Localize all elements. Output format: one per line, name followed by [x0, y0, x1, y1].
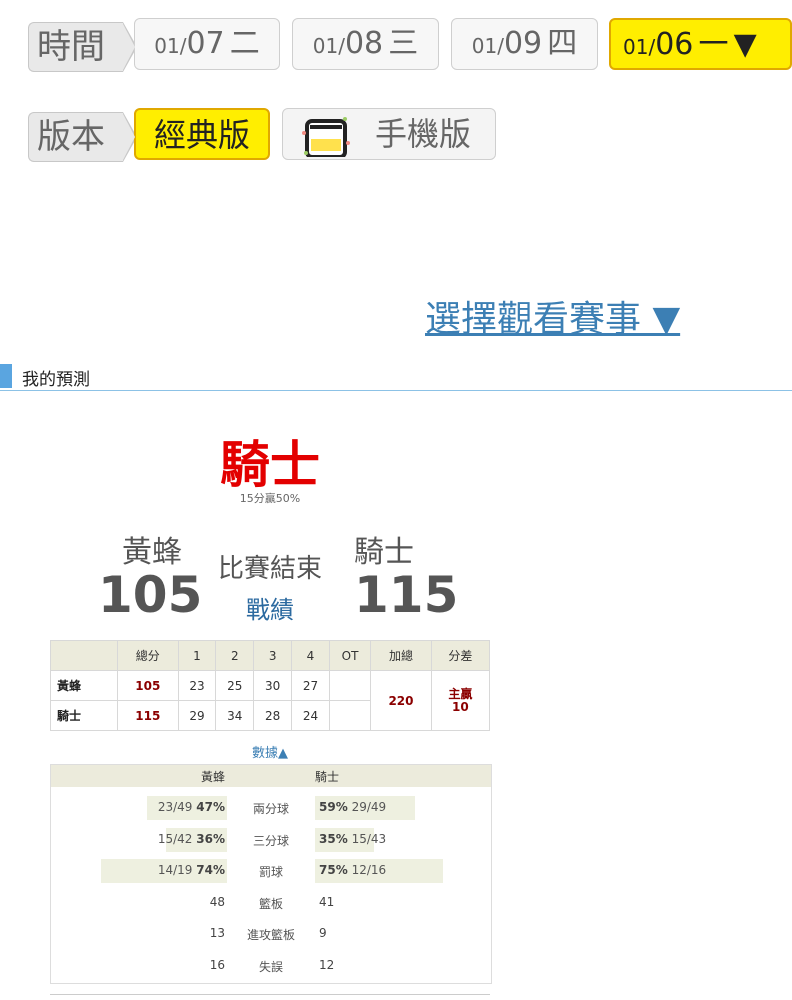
table-row: 黃蜂 105 23 25 30 27 220 主贏 10	[50, 670, 491, 731]
home-stat-value: 59% 29/49	[319, 800, 387, 814]
away-stat-value: 14/19 74%	[157, 863, 225, 877]
table-header: 3	[253, 640, 293, 671]
prediction-subtext: 15分贏50%	[239, 492, 301, 505]
stat-row: 23/49 47% 兩分球 59% 29/49	[51, 795, 491, 821]
classic-version-button[interactable]: 經典版	[134, 108, 270, 160]
diff-cell: 主贏 10	[430, 670, 491, 731]
home-stat-value: 9	[319, 926, 327, 940]
date-button-0107[interactable]: 01/07 二	[134, 18, 280, 70]
stat-row: 13 進攻籃板 9	[51, 921, 491, 947]
home-stat-value: 41	[319, 894, 335, 909]
away-stat-value: 15/42 36%	[157, 831, 225, 846]
stat-label: 罰球	[258, 865, 283, 879]
quarter-cell: 34	[215, 700, 255, 731]
quarter-cell: 28	[253, 700, 293, 731]
table-header: 總分	[117, 640, 179, 671]
date-button-0108[interactable]: 01/08 三	[292, 18, 439, 70]
stats-home-name: 騎士	[315, 770, 340, 784]
mobile-phone-icon	[301, 115, 351, 159]
ot-cell	[328, 700, 372, 731]
record-link[interactable]: 戰績	[210, 590, 330, 625]
section-title: 我的預測	[22, 370, 90, 390]
score-table: 總分 1 2 3 4 OT 加總 分差 黃蜂 105 23 25 30 27 2…	[50, 640, 491, 731]
quarter-cell: 27	[291, 670, 330, 701]
stat-row: 16 失誤 12	[51, 953, 491, 979]
stats-panel: 黃蜂 騎士 23/49 47% 兩分球 59% 29/49 15/42 36% 三分球 3…	[50, 764, 492, 984]
table-header: 分差	[430, 640, 491, 671]
home-stat-value: 35% 15/43	[319, 831, 387, 846]
stat-label: 兩分球	[252, 802, 289, 816]
ot-cell	[328, 670, 372, 701]
score-table-header: 總分 1 2 3 4 OT 加總 分差	[50, 640, 491, 671]
table-header: 2	[215, 640, 255, 671]
away-score: 105	[98, 566, 203, 624]
stats-header: 黃蜂 騎士	[51, 765, 491, 787]
total-cell: 115	[117, 700, 179, 731]
stat-label: 三分球	[252, 833, 289, 848]
table-header: OT	[328, 640, 372, 671]
away-stat-value: 13	[209, 926, 225, 940]
section-accent-mark	[0, 364, 12, 388]
away-stat-value: 23/49 47%	[157, 800, 225, 814]
away-stat-value: 48	[209, 894, 225, 909]
away-team-name: 黃蜂	[122, 535, 182, 570]
mobile-version-button[interactable]: 手機版	[282, 108, 496, 160]
stat-row: 14/19 74% 罰球 75% 12/16	[51, 858, 491, 884]
divider	[50, 994, 490, 995]
quarter-cell: 24	[291, 700, 330, 731]
home-stat-value: 75% 12/16	[319, 863, 387, 877]
select-game-link[interactable]: 選擇觀看賽事 ▼	[425, 290, 680, 342]
quarter-cell: 30	[253, 670, 293, 701]
quarter-cell: 25	[215, 670, 255, 701]
data-toggle-link[interactable]: 數據▲	[0, 742, 540, 761]
table-header: 1	[177, 640, 217, 671]
section-header: 我的預測	[0, 362, 792, 391]
stat-label: 籃板	[258, 896, 283, 911]
date-button-0109[interactable]: 01/09 四	[451, 18, 598, 70]
stats-away-name: 黃蜂	[201, 770, 226, 784]
team-cell: 騎士	[50, 700, 118, 731]
away-stat-value: 16	[209, 957, 225, 972]
date-dropdown-0106[interactable]: 01/06 一 ▼	[609, 18, 792, 70]
quarter-cell: 29	[177, 700, 217, 731]
total-cell: 105	[117, 670, 179, 701]
game-status: 比賽結束	[217, 554, 322, 584]
home-score: 115	[354, 566, 459, 624]
team-cell: 黃蜂	[50, 670, 118, 701]
sum-cell: 220	[370, 670, 432, 731]
table-header: 加總	[370, 640, 432, 671]
quarter-cell: 23	[177, 670, 217, 701]
home-stat-value: 12	[319, 957, 335, 972]
stat-label: 失誤	[258, 959, 283, 974]
time-row-label: 時間	[28, 22, 137, 72]
stat-row: 48 籃板 41	[51, 890, 491, 916]
stat-label: 進攻籃板	[246, 928, 295, 942]
prediction-team: 騎士	[220, 436, 320, 494]
home-team-name: 騎士	[354, 535, 414, 570]
version-row-label: 版本	[28, 112, 137, 162]
table-header: 4	[291, 640, 330, 671]
chevron-down-icon: ▼	[733, 27, 757, 62]
stat-row: 15/42 36% 三分球 35% 15/43	[51, 827, 491, 853]
table-header	[50, 640, 118, 671]
